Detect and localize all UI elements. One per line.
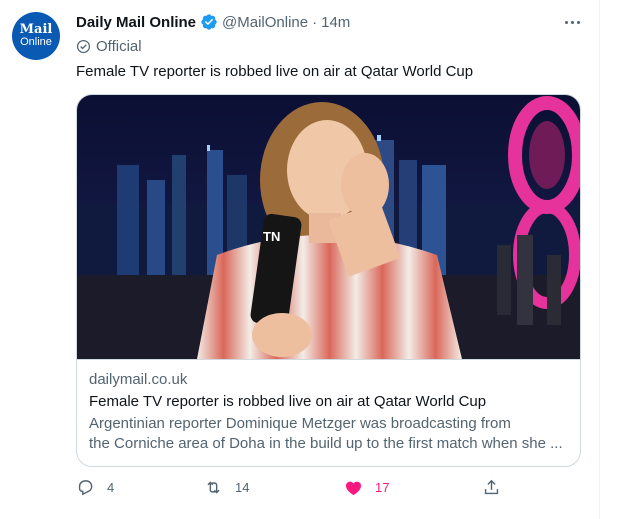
reply-button[interactable]: 4 [76, 478, 114, 497]
like-button[interactable]: 17 [344, 478, 389, 497]
retweet-icon [207, 481, 220, 494]
card-meta[interactable]: dailymail.co.uk Female TV reporter is ro… [77, 359, 580, 466]
avatar-line-1: Mail [19, 22, 53, 37]
official-text: Official [96, 38, 142, 55]
author-name[interactable]: Daily Mail Online [76, 14, 196, 31]
mic-logo: TN [263, 229, 280, 244]
card-domain: dailymail.co.uk [89, 371, 188, 388]
more-dot [570, 20, 574, 24]
retweet-button[interactable]: 14 [204, 478, 249, 497]
more-dot [576, 20, 580, 24]
verified-badge-icon [201, 14, 217, 30]
reply-count: 4 [107, 480, 115, 495]
card-title: Female TV reporter is robbed live on air… [89, 393, 487, 410]
link-card[interactable]: TN dailymail.co.uk Female TV reporter is… [76, 94, 581, 467]
tweet-text: Female TV reporter is robbed live on air… [76, 63, 474, 80]
more-options-icon[interactable] [560, 12, 584, 32]
avatar[interactable]: Mail Online [12, 12, 60, 60]
reply-icon [78, 480, 93, 496]
card-image[interactable]: TN [77, 95, 581, 359]
more-dot [564, 20, 568, 24]
tweet-header: Daily Mail Online @MailOnline · 14m [76, 13, 350, 31]
separator-dot: · [312, 13, 318, 31]
card-description-line-1: Argentinian reporter Dominique Metzger w… [89, 415, 511, 432]
avatar-line-2: Online [20, 36, 52, 48]
like-heart-icon [345, 481, 362, 496]
tweet-timestamp[interactable]: 14m [321, 14, 350, 31]
tweet-actions: 4 14 17 [76, 478, 506, 502]
share-icon [484, 479, 499, 495]
author-handle[interactable]: @MailOnline [222, 14, 308, 31]
like-count: 17 [375, 480, 390, 495]
card-description-line-2: the Corniche area of Doha in the build u… [89, 435, 563, 452]
retweet-count: 14 [235, 480, 250, 495]
official-label: Official [76, 38, 142, 55]
tweet[interactable]: Mail Online Daily Mail Online @MailOnlin… [0, 0, 600, 519]
share-button[interactable] [482, 478, 513, 497]
official-badge-icon [76, 39, 91, 54]
